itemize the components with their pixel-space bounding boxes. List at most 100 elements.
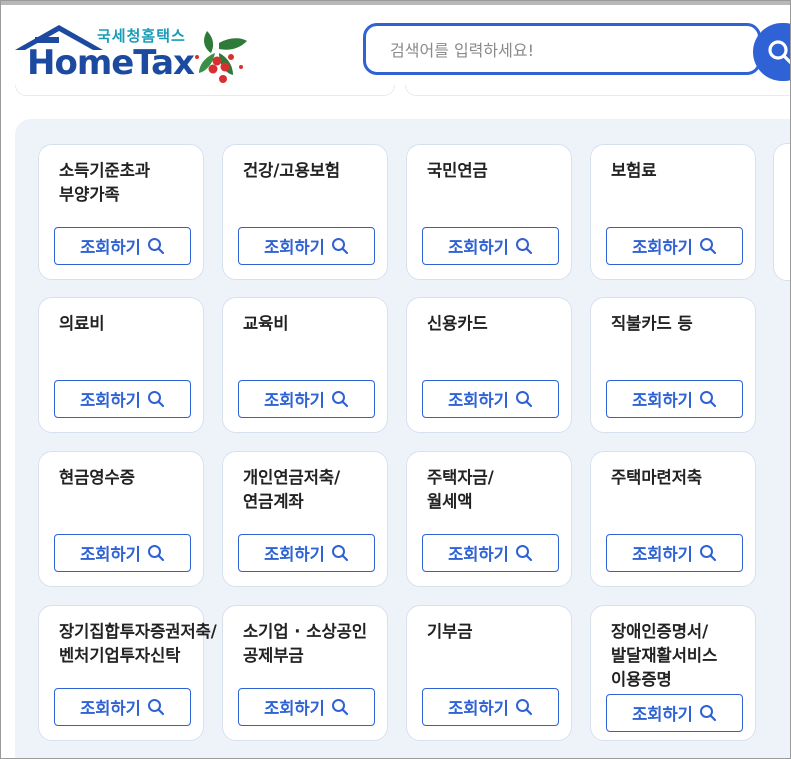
deduction-card: 개인연금저축/연금계좌조회하기 xyxy=(222,451,388,587)
lookup-button[interactable]: 조회하기 xyxy=(606,227,743,265)
lookup-button-label: 조회하기 xyxy=(448,391,509,410)
card-title: 장기집합투자증권저축/벤처기업투자신탁 xyxy=(59,620,235,668)
magnifier-icon xyxy=(699,238,716,255)
search-box xyxy=(363,23,761,75)
card-title-line: 주택자금/ xyxy=(427,468,494,487)
browser-viewport: 국세청홈택스 HomeTax 검색어를 입력하세요! 소득기준초과 부양가족 조… xyxy=(0,0,791,759)
banner-strip-right xyxy=(405,85,790,96)
magnifier-icon xyxy=(147,545,164,562)
card-title-line: 기부금 xyxy=(427,622,473,641)
card-title: 교육비 xyxy=(243,312,419,336)
magnifier-icon xyxy=(515,699,532,716)
lookup-button-label: 조회하기 xyxy=(448,699,509,718)
card-title: 국민연금 xyxy=(427,159,603,183)
lookup-button[interactable]: 조회하기 xyxy=(422,380,559,418)
magnifier-icon xyxy=(331,699,348,716)
card-title-line: 이용증명 xyxy=(611,670,672,689)
card-title-line: 발달재활서비스 xyxy=(611,646,718,665)
magnifier-icon xyxy=(331,391,348,408)
magnifier-icon xyxy=(147,238,164,255)
deduction-card: 국민연금조회하기 xyxy=(406,144,572,280)
card-title-line: 직불카드 등 xyxy=(611,314,693,333)
card-title-line: 의료비 xyxy=(59,314,105,333)
lookup-button-label: 조회하기 xyxy=(80,391,141,410)
card-title: 보험료 xyxy=(611,159,787,183)
lookup-button-label: 조회하기 xyxy=(632,238,693,257)
logo-wordmark: HomeTax xyxy=(27,43,195,83)
lookup-button[interactable]: 조회하기 xyxy=(422,688,559,726)
lookup-button[interactable]: 조회하기 xyxy=(606,694,743,732)
card-title-line: 월세액 xyxy=(427,492,473,511)
lookup-button[interactable]: 조회하기 xyxy=(238,688,375,726)
deduction-card: 교육비조회하기 xyxy=(222,297,388,433)
lookup-button-label: 조회하기 xyxy=(80,545,141,564)
magnifier-icon xyxy=(515,238,532,255)
deduction-card: 신용카드조회하기 xyxy=(406,297,572,433)
card-title-line: 주택마련저축 xyxy=(611,468,703,487)
card-title-line: 국민연금 xyxy=(427,161,488,180)
deduction-card: 기부금조회하기 xyxy=(406,605,572,741)
card-title-line: 현금영수증 xyxy=(59,468,135,487)
magnifier-icon xyxy=(147,391,164,408)
card-title-line: 보험료 xyxy=(611,161,657,180)
card-title-line: 장기집합투자증권저축/ xyxy=(59,622,217,641)
lookup-button-label: 조회하기 xyxy=(264,699,325,718)
magnifier-icon xyxy=(515,545,532,562)
site-header: 국세청홈택스 HomeTax xyxy=(1,5,790,91)
lookup-button[interactable]: 조회하기 xyxy=(606,534,743,572)
lookup-button[interactable]: 조회하기 xyxy=(54,227,191,265)
hometax-logo[interactable]: 국세청홈택스 HomeTax xyxy=(13,23,253,93)
card-title: 주택마련저축 xyxy=(611,466,787,490)
lookup-button-label: 조회하기 xyxy=(448,238,509,257)
lookup-button[interactable]: 조회하기 xyxy=(606,380,743,418)
card-title: 소기업 · 소상공인공제부금 xyxy=(243,620,419,668)
card-title: 주택자금/월세액 xyxy=(427,466,603,514)
lookup-button-label: 조회하기 xyxy=(80,699,141,718)
deduction-card: 장애인증명서/발달재활서비스 이용증명 조회하기 xyxy=(590,605,756,741)
card-title-line: 부양가족 xyxy=(59,185,120,204)
holly-icon xyxy=(195,31,247,83)
lookup-button[interactable]: 조회하기 xyxy=(238,534,375,572)
magnifier-icon xyxy=(699,391,716,408)
magnifier-icon xyxy=(699,705,716,722)
card-title: 기부금 xyxy=(427,620,603,644)
lookup-button[interactable]: 조회하기 xyxy=(422,534,559,572)
magnifier-icon xyxy=(147,699,164,716)
card-title: 신용카드 xyxy=(427,312,603,336)
deduction-card: 직불카드 등조회하기 xyxy=(590,297,756,433)
card-title-line: 연금계좌 xyxy=(243,492,304,511)
card-title-line: 교육비 xyxy=(243,314,289,333)
deduction-card: 현금영수증조회하기 xyxy=(38,451,204,587)
card-title-line: 소기업 · 소상공인 xyxy=(243,622,368,641)
banner-strip-left xyxy=(15,85,395,96)
deduction-card: 장기집합투자증권저축/벤처기업투자신탁조회하기 xyxy=(38,605,217,741)
lookup-button[interactable]: 조회하기 xyxy=(422,227,559,265)
card-title-line: 벤처기업투자신탁 xyxy=(59,646,181,665)
lookup-button[interactable]: 조회하기 xyxy=(238,380,375,418)
card-title: 개인연금저축/연금계좌 xyxy=(243,466,419,514)
deduction-card: 소득기준초과부양가족조회하기 xyxy=(38,144,204,280)
card-title-line: 신용카드 xyxy=(427,314,488,333)
lookup-button-label: 조회하기 xyxy=(80,238,141,257)
lookup-button-label: 조회하기 xyxy=(264,545,325,564)
lookup-button[interactable]: 조회하기 xyxy=(54,380,191,418)
card-title: 소득기준초과부양가족 xyxy=(59,159,235,207)
magnifier-icon xyxy=(331,238,348,255)
lookup-button[interactable]: 조회하기 xyxy=(238,227,375,265)
lookup-button[interactable]: 조회하기 xyxy=(54,688,191,726)
deduction-card: 보험료조회하기 xyxy=(590,144,756,280)
deduction-card: 소기업 · 소상공인공제부금조회하기 xyxy=(222,605,388,741)
magnifier-icon xyxy=(515,391,532,408)
card-title-line: 소득기준초과 xyxy=(59,161,151,180)
card-title-line: 건강/고용보험 xyxy=(243,161,341,180)
search-input[interactable] xyxy=(388,37,732,63)
lookup-button-label: 조회하기 xyxy=(264,238,325,257)
search-icon xyxy=(768,40,790,65)
deduction-card: 주택마련저축조회하기 xyxy=(590,451,756,587)
lookup-button[interactable]: 조회하기 xyxy=(54,534,191,572)
card-title: 건강/고용보험 xyxy=(243,159,419,183)
card-title-line: 공제부금 xyxy=(243,646,304,665)
deduction-card: 주택자금/월세액조회하기 xyxy=(406,451,572,587)
card-title-line: 개인연금저축/ xyxy=(243,468,341,487)
deduction-card: 건강/고용보험조회하기 xyxy=(222,144,388,280)
